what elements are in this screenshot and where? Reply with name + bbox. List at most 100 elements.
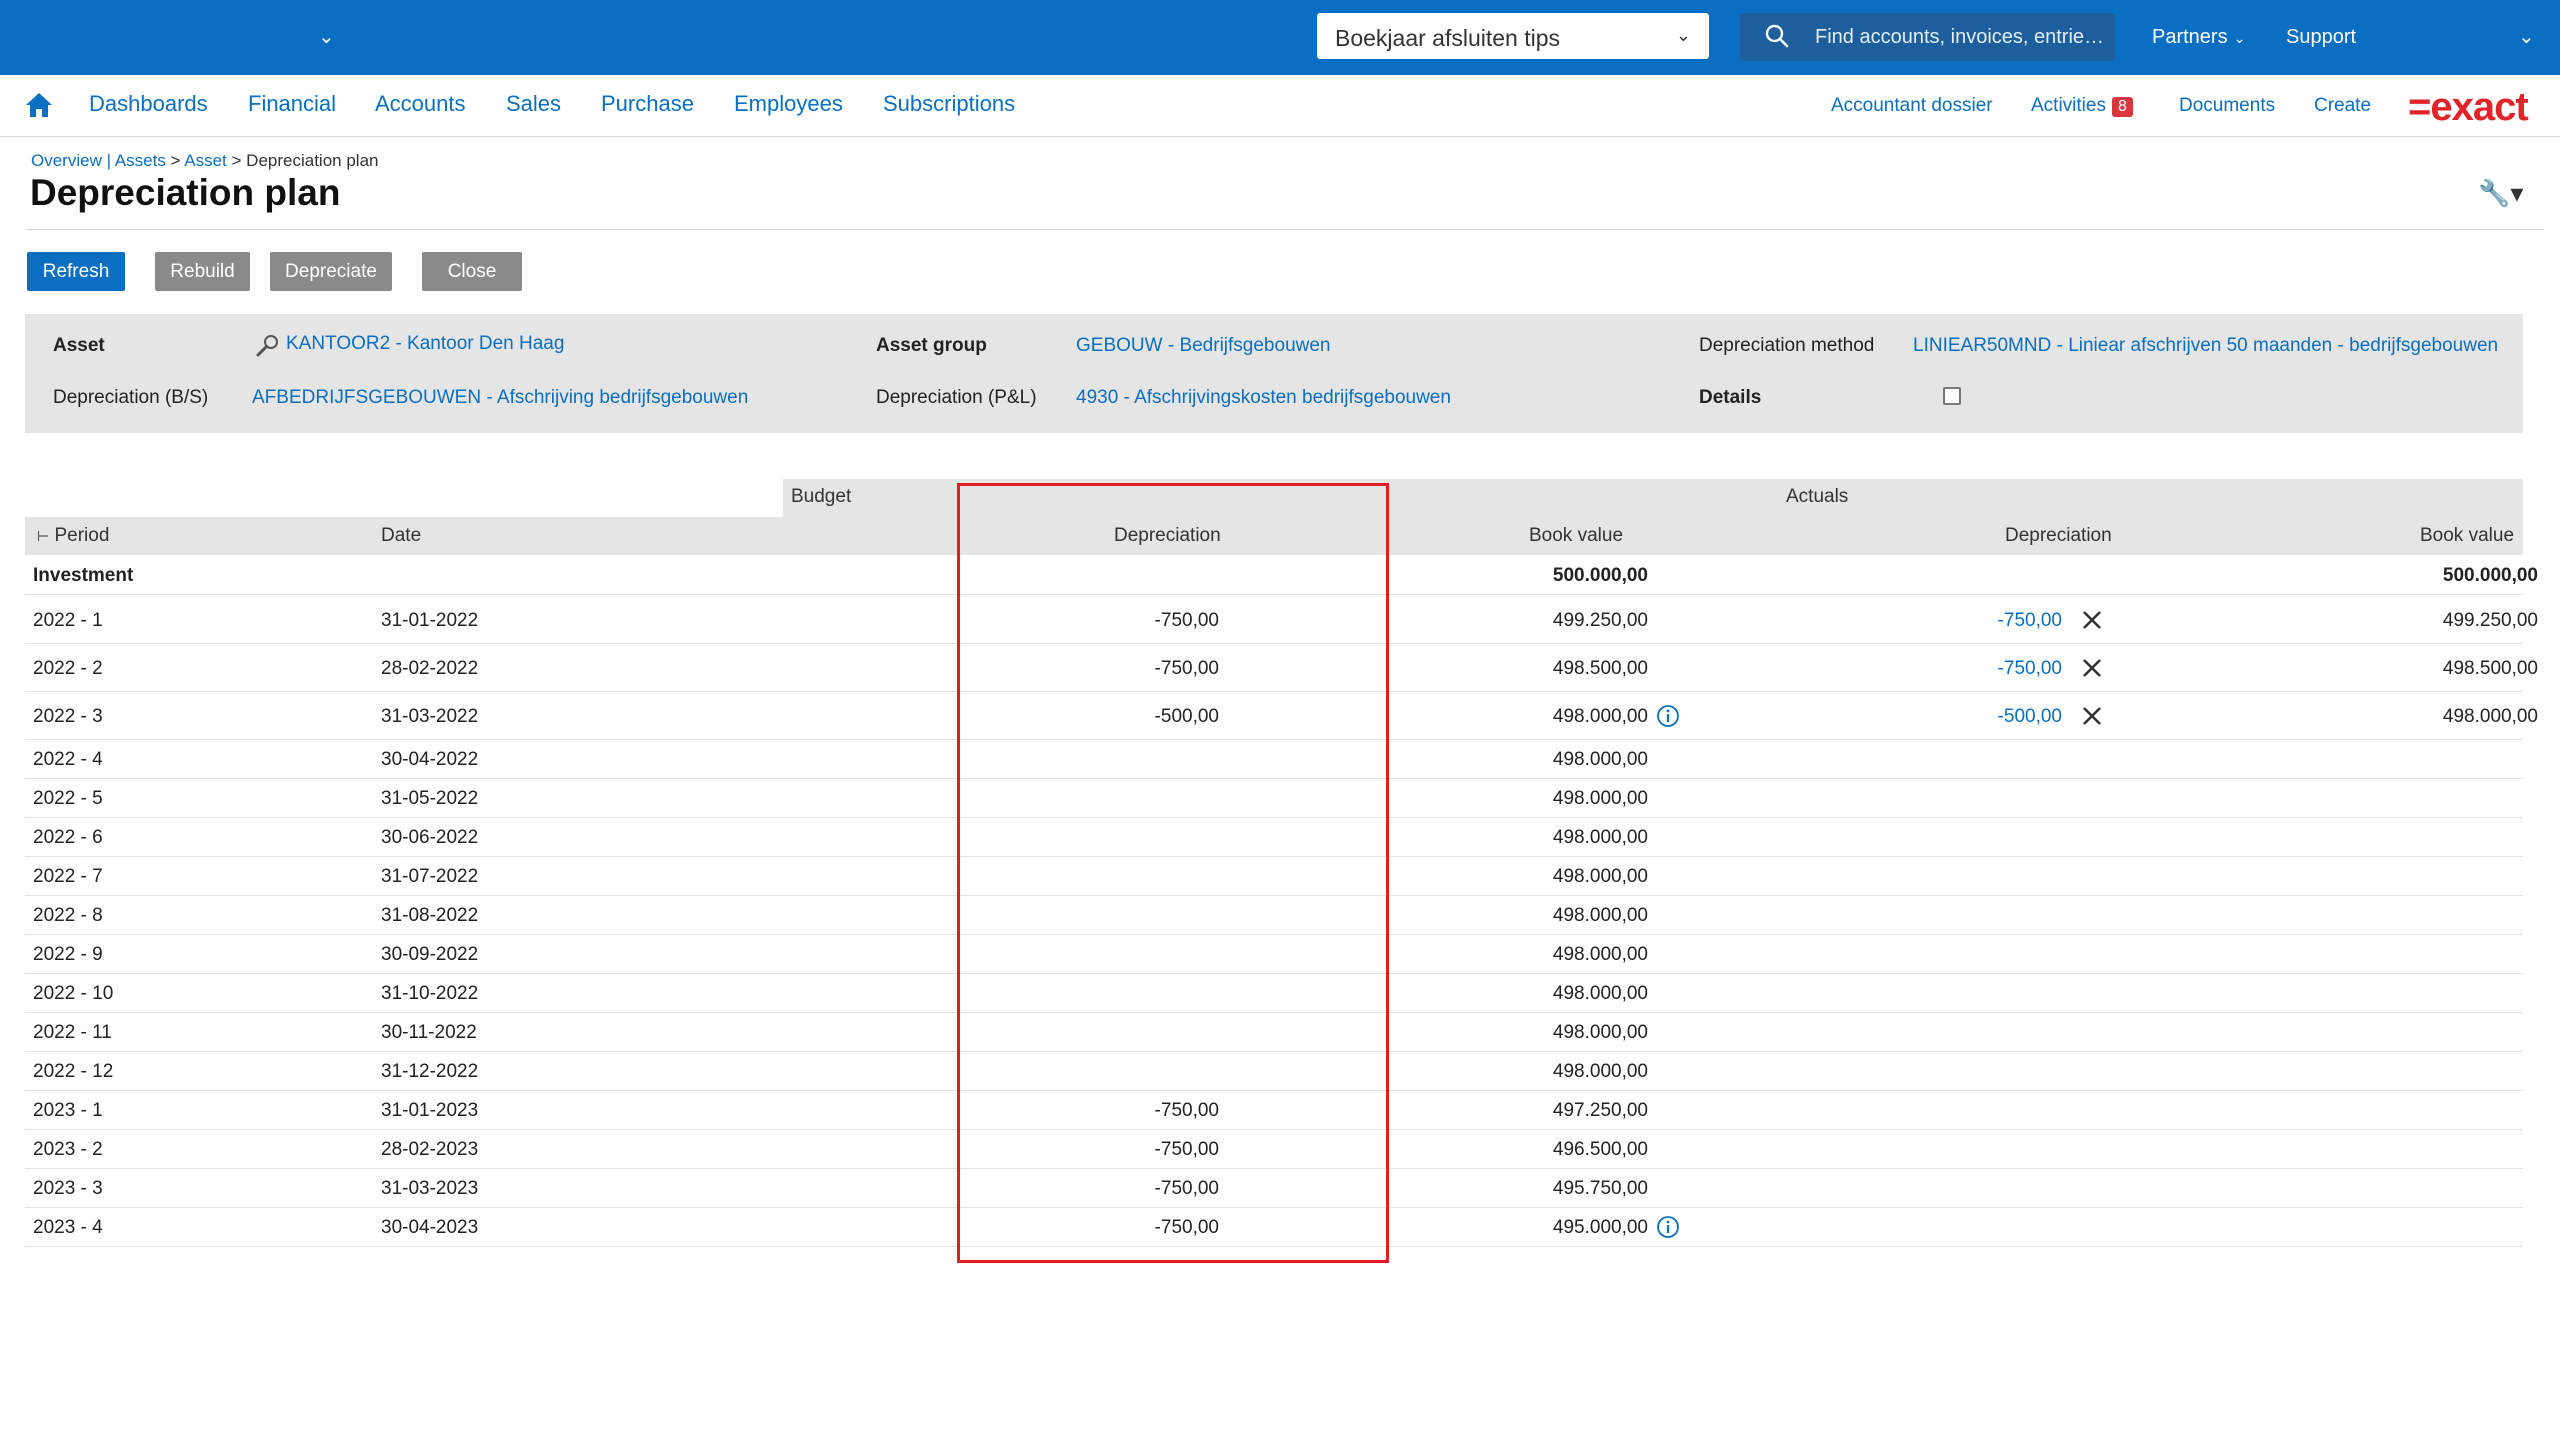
actual-book-value-column-header[interactable]: Book value [2420,525,2514,547]
budget-book-value-cell: 498.000,00 [1552,905,1648,926]
actual-depreciation-column-header[interactable]: Depreciation [2005,525,2112,547]
collapse-icon[interactable]: ⊢ [37,528,49,544]
refresh-button[interactable]: Refresh [27,252,125,291]
budget-book-value-cell: 498.000,00 [1552,788,1648,809]
actual-book-value-cell: 499.250,00 [2442,610,2538,631]
breadcrumb-separator: > [226,151,247,170]
nav-purchase[interactable]: Purchase [601,91,694,117]
magnifier-lookup-icon[interactable] [255,333,281,359]
period-cell: 2023 - 2 [33,1139,103,1160]
activities-label: Activities [2031,95,2106,116]
page-title: Depreciation plan [30,172,341,213]
depreciation-method-value-link[interactable]: LINIEAR50MND - Liniear afschrijven 50 ma… [1913,335,2498,357]
period-cell: 2022 - 8 [33,905,103,926]
nav-sales[interactable]: Sales [506,91,561,117]
tools-menu-icon[interactable]: 🔧▾ [2478,178,2523,209]
activities-link[interactable]: Activities 8 [2031,95,2133,117]
budget-book-value-cell: 498.000,00 [1552,983,1648,1004]
depreciation-bs-value-link[interactable]: AFBEDRIJFSGEBOUWEN - Afschrijving bedrij… [252,387,748,409]
rebuild-button[interactable]: Rebuild [155,252,250,291]
budget-book-value-cell: 498.000,00 [1552,944,1648,965]
breadcrumb-assets[interactable]: Assets [115,151,166,170]
reverse-entry-close-icon[interactable] [2081,609,2103,631]
asset-group-value-link[interactable]: GEBOUW - Bedrijfsgebouwen [1076,335,1331,357]
budget-book-value-cell: 495.000,00 [1552,1217,1648,1238]
breadcrumb-overview[interactable]: Overview [31,151,102,170]
nav-dashboards[interactable]: Dashboards [89,91,208,117]
date-cell: 31-01-2022 [381,610,479,631]
actual-depreciation-link[interactable]: -500,00 [1865,706,2062,728]
budget-book-value-column-header[interactable]: Book value [1529,525,1623,547]
support-link[interactable]: Support [2286,26,2356,49]
period-cell: 2022 - 4 [33,749,103,770]
nav-employees[interactable]: Employees [734,91,843,117]
partners-menu[interactable]: Partners ⌄ [2152,26,2245,49]
period-cell: 2022 - 10 [33,983,114,1004]
period-cell: 2022 - 9 [33,944,103,965]
home-icon[interactable] [24,90,54,120]
highlight-box [957,483,1389,1263]
actual-depreciation-link[interactable]: -750,00 [1865,658,2062,680]
budget-book-value-cell: 498.000,00 [1552,866,1648,887]
depreciate-button[interactable]: Depreciate [270,252,392,291]
company-selector-chevron-icon[interactable]: ⌄ [318,24,335,49]
period-cell: 2023 - 1 [33,1100,103,1121]
date-column-header[interactable]: Date [381,525,421,547]
period-column-header[interactable]: ⊢ Period [37,525,109,547]
search-placeholder: Find accounts, invoices, entrie… [1815,26,2105,48]
exact-logo[interactable]: =exact [2408,85,2529,130]
period-cell: 2022 - 12 [33,1061,114,1082]
create-link[interactable]: Create [2314,95,2371,117]
date-cell: 30-11-2022 [381,1022,477,1043]
close-button[interactable]: Close [422,252,522,291]
period-cell: 2022 - 1 [33,610,103,631]
nav-subscriptions[interactable]: Subscriptions [883,91,1015,117]
period-cell: 2022 - 6 [33,827,103,848]
budget-book-value-cell: 495.750,00 [1552,1178,1648,1199]
user-menu-chevron-icon[interactable]: ⌄ [2518,24,2535,49]
actual-book-value-cell: 498.000,00 [2442,706,2538,727]
breadcrumb-separator: > [165,151,185,170]
tips-select-value: Boekjaar afsluiten tips [1335,25,1561,51]
budget-group-header: Budget [791,486,852,507]
chevron-down-icon: ⌄ [1675,25,1691,45]
support-label: Support [2286,26,2357,48]
budget-book-value-cell: 498.000,00 [1552,827,1648,848]
global-search[interactable]: Find accounts, invoices, entrie… [1740,13,2115,61]
info-icon[interactable] [1656,704,1680,728]
nav-financial[interactable]: Financial [248,91,336,117]
main-nav: Dashboards Financial Accounts Sales Purc… [0,75,2560,137]
reverse-entry-close-icon[interactable] [2081,705,2103,727]
investment-label: Investment [33,565,134,586]
asset-value-link[interactable]: KANTOOR2 - Kantoor Den Haag [286,333,564,355]
breadcrumb-current: Depreciation plan [246,151,379,170]
asset-group-label: Asset group [876,335,987,356]
budget-book-value-cell: 498.500,00 [1552,658,1648,679]
nav-accounts[interactable]: Accounts [375,91,466,117]
date-cell: 30-09-2022 [381,944,479,965]
period-cell: 2022 - 7 [33,866,103,887]
details-checkbox[interactable] [1943,387,1961,405]
actual-depreciation-link[interactable]: -750,00 [1865,610,2062,632]
chevron-down-icon: ⌄ [2233,30,2246,46]
accountant-dossier-link[interactable]: Accountant dossier [1831,95,1993,117]
depreciation-pl-value-link[interactable]: 4930 - Afschrijvingskosten bedrijfsgebou… [1076,387,1451,409]
asset-label: Asset [53,335,105,356]
budget-book-value-cell: 498.000,00 [1552,706,1648,727]
info-icon[interactable] [1656,1215,1680,1239]
date-cell: 31-07-2022 [381,866,479,887]
tips-select[interactable]: Boekjaar afsluiten tips ⌄ [1317,13,1709,59]
actuals-group-header: Actuals [1786,486,1849,507]
breadcrumb-asset[interactable]: Asset [184,151,227,170]
date-cell: 31-08-2022 [381,905,479,926]
date-cell: 31-01-2023 [381,1100,479,1121]
breadcrumb-separator: | [101,151,115,170]
budget-book-value-cell: 496.500,00 [1552,1139,1648,1160]
top-bar: ⌄ Boekjaar afsluiten tips ⌄ Find account… [0,0,2560,75]
investment-actual-book-value: 500.000,00 [2442,565,2538,586]
documents-link[interactable]: Documents [2179,95,2275,117]
breadcrumb: Overview | Assets > Asset > Depreciation… [31,151,378,171]
date-cell: 31-05-2022 [381,788,479,809]
reverse-entry-close-icon[interactable] [2081,657,2103,679]
period-cell: 2022 - 2 [33,658,103,679]
